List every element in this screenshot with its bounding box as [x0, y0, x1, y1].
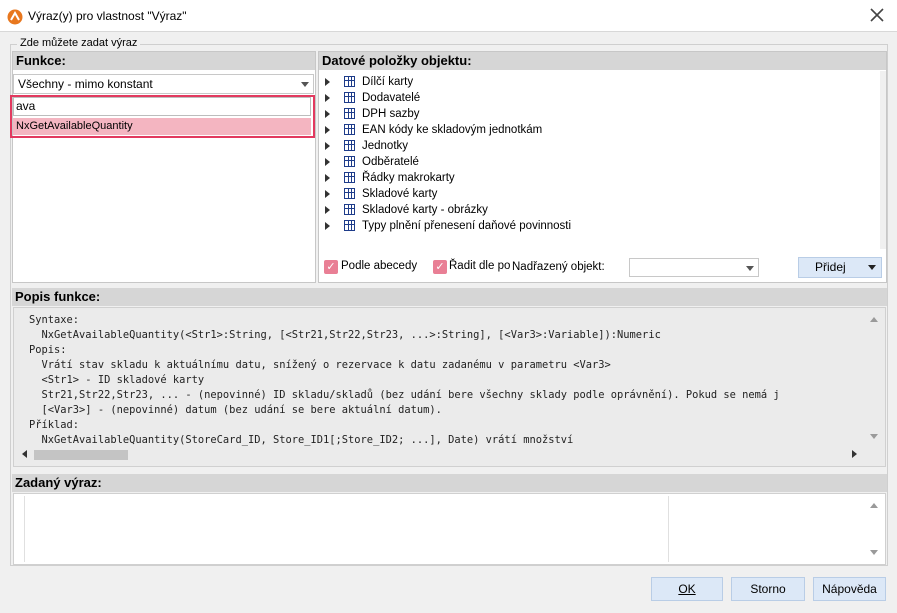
cancel-button-label: Storno — [750, 582, 786, 596]
expand-arrow-icon[interactable] — [325, 190, 330, 198]
expand-arrow-icon[interactable] — [325, 158, 330, 166]
title-bar: Výraz(y) pro vlastnost "Výraz" — [0, 0, 897, 32]
tree-item-label: Typy plnění přenesení daňové povinnosti — [362, 220, 572, 232]
data-items-header-label: Datové položky objektu: — [322, 53, 472, 68]
table-icon — [344, 124, 355, 135]
expression-header: Zadaný výraz: — [12, 474, 887, 492]
table-icon — [344, 92, 355, 103]
ok-button-label: OK — [678, 582, 696, 596]
description-line: NxGetAvailableQuantity(StoreCard_ID, Sto… — [29, 434, 574, 446]
expand-arrow-icon[interactable] — [325, 126, 330, 134]
description-line: Vrátí stav skladu k aktuálnímu datu, sní… — [29, 359, 611, 371]
add-button[interactable]: Přidej — [798, 257, 882, 278]
function-filter-select[interactable]: Všechny - mimo konstant — [13, 74, 314, 94]
tree-item-label: Skladové karty - obrázky — [362, 204, 488, 216]
scroll-up-icon[interactable] — [870, 317, 878, 322]
tree-item-label: EAN kódy ke skladovým jednotkám — [362, 124, 543, 136]
scroll-right-icon[interactable] — [852, 450, 857, 458]
table-icon — [344, 76, 355, 87]
description-line: [<Var3>] - (nepovinné) datum (bez udání … — [29, 404, 442, 416]
scroll-up-icon[interactable] — [870, 503, 878, 508]
cancel-button[interactable]: Storno — [731, 577, 805, 601]
tree-item-label: DPH sazby — [362, 108, 420, 120]
description-line: Syntaxe: — [29, 314, 80, 326]
scroll-left-icon[interactable] — [22, 450, 27, 458]
description-header-label: Popis funkce: — [15, 289, 101, 304]
tree-item-label: Jednotky — [362, 140, 409, 152]
parent-object-label: Nadřazený objekt: — [512, 261, 605, 273]
scroll-thumb[interactable] — [34, 450, 128, 460]
expression-editor[interactable] — [13, 493, 886, 565]
data-items-header: Datové položky objektu: — [319, 52, 886, 70]
description-header: Popis funkce: — [12, 288, 887, 306]
functions-header-label: Funkce: — [16, 53, 66, 68]
expression-header-label: Zadaný výraz: — [15, 475, 102, 490]
add-button-label: Přidej — [815, 260, 846, 274]
description-line: <Str1> - ID skladové karty — [29, 374, 205, 386]
expand-arrow-icon[interactable] — [325, 78, 330, 86]
description-line: Str21,Str22,Str23, ... - (nepovinné) ID … — [29, 389, 780, 401]
functions-header: Funkce: — [13, 52, 315, 70]
description-hscrollbar[interactable] — [20, 447, 863, 461]
sort-alpha-checkbox[interactable]: ✓ — [324, 260, 338, 274]
scroll-down-icon[interactable] — [870, 434, 878, 439]
help-button[interactable]: Nápověda — [813, 577, 886, 601]
expand-arrow-icon[interactable] — [325, 142, 330, 150]
expand-arrow-icon[interactable] — [325, 110, 330, 118]
table-icon — [344, 140, 355, 151]
tree-scrollbar[interactable] — [880, 71, 886, 249]
parent-object-select[interactable] — [629, 258, 759, 277]
scroll-down-icon[interactable] — [870, 550, 878, 555]
expand-arrow-icon[interactable] — [325, 174, 330, 182]
function-search-input[interactable]: ava — [13, 97, 311, 116]
table-icon — [344, 204, 355, 215]
tree-item-label: Dílčí karty — [362, 76, 414, 88]
close-icon[interactable] — [867, 5, 887, 25]
window-title: Výraz(y) pro vlastnost "Výraz" — [28, 9, 187, 23]
table-icon — [344, 172, 355, 183]
ok-button[interactable]: OK — [651, 577, 723, 601]
tree-item-label: Odběratelé — [362, 156, 419, 168]
table-icon — [344, 156, 355, 167]
description-line: NxGetAvailableQuantity(<Str1>:String, [<… — [29, 329, 661, 341]
chevron-down-icon — [301, 82, 309, 87]
sort-by-label: Řadit dle po — [449, 260, 511, 272]
expand-arrow-icon[interactable] — [325, 222, 330, 230]
expression-text[interactable] — [24, 496, 669, 562]
description-line: Příklad: — [29, 419, 80, 431]
table-icon — [344, 220, 355, 231]
app-logo-icon — [7, 9, 23, 25]
table-icon — [344, 108, 355, 119]
function-filter-value: Všechny - mimo konstant — [18, 77, 153, 91]
group-legend: Zde můžete zadat výraz — [17, 37, 141, 49]
tree-item-label: Řádky makrokarty — [362, 172, 455, 184]
expand-arrow-icon[interactable] — [325, 94, 330, 102]
sort-alpha-label: Podle abecedy — [341, 260, 418, 272]
chevron-down-icon — [746, 266, 754, 271]
tree-item-label: Skladové karty — [362, 188, 438, 200]
chevron-down-icon — [868, 265, 876, 270]
help-button-label: Nápověda — [822, 582, 877, 596]
sort-by-checkbox[interactable]: ✓ — [433, 260, 447, 274]
function-result-item[interactable]: NxGetAvailableQuantity — [13, 118, 311, 135]
description-line: Popis: — [29, 344, 67, 356]
table-icon — [344, 188, 355, 199]
tree-item-label: Dodavatelé — [362, 92, 421, 104]
expand-arrow-icon[interactable] — [325, 206, 330, 214]
